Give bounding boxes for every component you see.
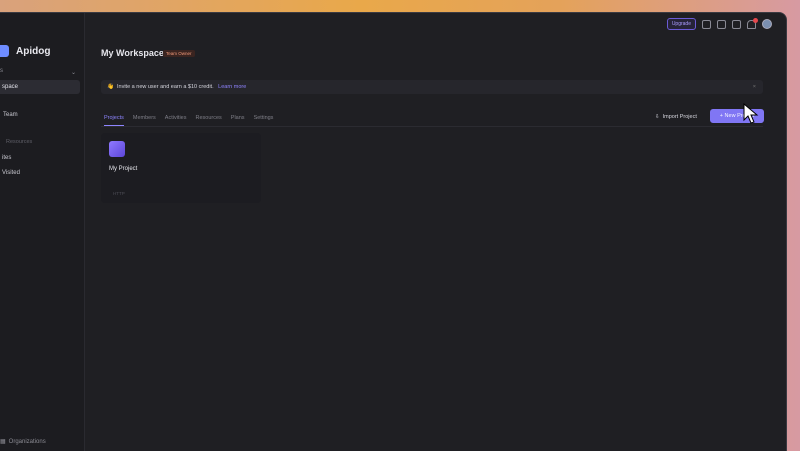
notification-badge [753, 17, 758, 23]
learn-more-link[interactable]: Learn more [218, 84, 246, 90]
sidebar-item-label: Team [3, 112, 18, 118]
bell-icon[interactable] [747, 17, 758, 29]
workspace-selector[interactable]: s ⌄ [0, 68, 80, 80]
sidebar-item-team[interactable]: Team [0, 108, 80, 122]
organizations-label: Organizations [8, 438, 46, 445]
project-type-tag: HTTP [113, 191, 125, 196]
sidebar: Apidog s ⌄ space Team Resources ites Vis… [0, 13, 85, 451]
top-toolbar: Upgrade [666, 17, 772, 30]
organizations-link[interactable]: ▦ Organizations [0, 438, 46, 446]
role-badge: Team Owner [163, 50, 195, 57]
avatar[interactable] [762, 19, 772, 29]
import-project-button[interactable]: ⇩ Import Project [655, 110, 697, 124]
help-icon[interactable] [732, 19, 741, 29]
invite-text: Invite a new user and earn a $10 credit. [117, 84, 214, 90]
sidebar-item-label: space [2, 84, 19, 90]
project-icon [109, 141, 125, 157]
chevron-down-icon: ⌄ [70, 70, 76, 76]
project-card[interactable]: My Project HTTP [101, 133, 261, 203]
workspace-selector-label: s [0, 68, 3, 74]
page-title: My Workspace [101, 48, 164, 58]
close-icon[interactable]: × [753, 80, 756, 94]
tab-plans[interactable]: Plans [231, 111, 245, 125]
brand-name: Apidog [16, 45, 51, 57]
tab-members[interactable]: Members [133, 111, 156, 125]
sidebar-item-label: ites [2, 155, 12, 161]
upgrade-button[interactable]: Upgrade [666, 18, 696, 30]
brand: Apidog [0, 45, 50, 57]
workspace-tabs: Projects Members Activities Resources Pl… [104, 111, 282, 126]
apidog-logo-icon [0, 45, 9, 57]
tab-settings[interactable]: Settings [254, 111, 274, 125]
invite-banner: 👋 Invite a new user and earn a $10 credi… [101, 80, 763, 94]
import-label: Import Project [662, 114, 697, 120]
tab-activities[interactable]: Activities [165, 111, 187, 125]
tab-projects[interactable]: Projects [104, 111, 124, 126]
tab-resources[interactable]: Resources [196, 111, 222, 125]
sidebar-item-favorites[interactable]: ites [0, 151, 80, 165]
gear-icon[interactable] [717, 19, 726, 29]
import-icon: ⇩ [655, 114, 660, 120]
sidebar-item-recently-visited[interactable]: Visited [0, 166, 80, 180]
sidebar-section-label: Resources [6, 139, 33, 145]
wave-icon: 👋 [107, 84, 114, 90]
sidebar-item-label: Visited [2, 170, 20, 176]
app-window: Apidog s ⌄ space Team Resources ites Vis… [0, 12, 787, 451]
invite-message: Invite a new user and earn a $10 credit.… [117, 80, 246, 94]
tabs-divider [101, 126, 763, 127]
sidebar-item-workspace[interactable]: space [0, 80, 80, 94]
mouse-cursor-icon [743, 103, 759, 124]
project-title: My Project [109, 166, 138, 172]
refresh-icon[interactable] [702, 19, 711, 29]
building-icon: ▦ [0, 439, 6, 445]
